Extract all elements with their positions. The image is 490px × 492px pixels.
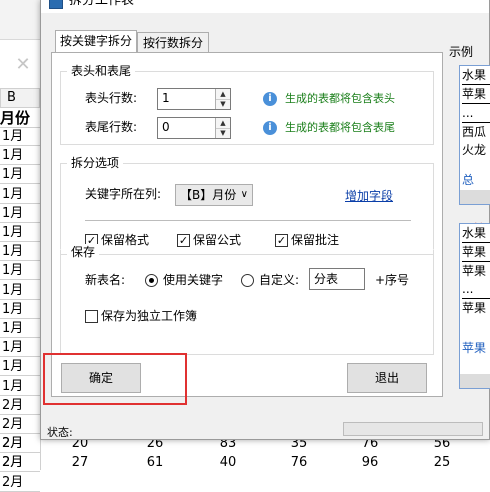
- month-cell[interactable]: 2月: [0, 397, 40, 415]
- example-scrollbar[interactable]: [460, 374, 490, 388]
- dialog-title: 拆分工作表: [69, 0, 135, 8]
- add-field-link[interactable]: 增加字段: [345, 187, 393, 204]
- exit-button[interactable]: 退出: [347, 363, 427, 393]
- status-label: 状态:: [47, 426, 73, 439]
- example-line: ...: [462, 106, 474, 120]
- save-workbook-checkbox[interactable]: [85, 310, 98, 323]
- divider: [85, 220, 411, 221]
- keep-format-label: 保留格式: [101, 233, 150, 247]
- value-cell[interactable]: 25: [422, 454, 462, 472]
- save-group: 保存 新表名: 使用关键字 自定义: 分表 +序号 保存为独立工作簿: [60, 244, 434, 355]
- example-source-table: 水果 苹果 ... 西瓜 火龙 总: [459, 65, 490, 205]
- example-line: 火龙: [462, 143, 487, 157]
- example-scrollbar[interactable]: [460, 190, 490, 204]
- custom-name-input[interactable]: 分表: [309, 268, 365, 290]
- example-line: 苹果: [462, 298, 490, 317]
- month-cell[interactable]: 1月: [0, 358, 40, 377]
- month-cell[interactable]: 1月: [0, 243, 40, 262]
- keyword-column-value: 【B】月份: [180, 188, 237, 202]
- example-line: 水果: [462, 66, 490, 85]
- tab-panel: 表头和表尾 表头行数: 1 ▲ ▼ i 生成的表都将包含表头 表尾行数: 0 ▲…: [51, 52, 443, 397]
- header-rows-value[interactable]: 1: [162, 91, 170, 105]
- month-cell[interactable]: 1月: [0, 262, 40, 281]
- table-row[interactable]: 2月 27 61 40 76 96 25: [0, 454, 490, 472]
- value-cell[interactable]: 96: [350, 454, 390, 472]
- suffix-label: +序号: [375, 273, 410, 287]
- footer-note: 生成的表都将包含表尾: [285, 121, 395, 134]
- info-icon: i: [263, 92, 277, 106]
- month-cell[interactable]: 2月: [0, 454, 42, 472]
- formula-cancel-icon[interactable]: ✕: [10, 52, 36, 78]
- keep-comment-checkbox[interactable]: ✓: [275, 234, 288, 247]
- new-sheet-name-label: 新表名:: [85, 273, 126, 287]
- keep-formula-checkbox[interactable]: ✓: [177, 234, 190, 247]
- footer-rows-value[interactable]: 0: [162, 120, 170, 134]
- month-cell[interactable]: 2月: [0, 474, 40, 492]
- month-cell[interactable]: 2月: [0, 435, 42, 453]
- month-cell[interactable]: 1月: [0, 128, 40, 146]
- tab-split-by-rows[interactable]: 按行数拆分: [137, 32, 209, 54]
- tab-split-by-keyword[interactable]: 按关键字拆分: [55, 30, 137, 53]
- header-rows-stepper[interactable]: 1 ▲ ▼: [157, 88, 231, 110]
- footer-rows-label: 表尾行数:: [85, 120, 138, 134]
- month-cell[interactable]: 1月: [0, 301, 40, 319]
- info-icon: i: [263, 121, 277, 135]
- custom-name-radio[interactable]: [241, 274, 254, 287]
- footer-rows-stepper[interactable]: 0 ▲ ▼: [157, 117, 231, 139]
- example-footer: 总: [462, 173, 475, 187]
- month-cell[interactable]: 1月: [0, 320, 40, 338]
- app-icon: [49, 0, 63, 9]
- spin-down-icon[interactable]: ▼: [216, 99, 230, 109]
- progress-bar: [343, 422, 483, 436]
- example-line: 苹果: [462, 85, 490, 104]
- example-line: 水果: [462, 224, 490, 243]
- example-label: 示例: [449, 45, 474, 59]
- value-cell[interactable]: 61: [135, 454, 175, 472]
- keyword-column-label: 关键字所在列:: [85, 187, 162, 201]
- example-footer: 苹果: [462, 341, 487, 355]
- example-line: 苹果: [462, 243, 490, 262]
- column-header-b[interactable]: B: [0, 88, 40, 108]
- use-keyword-radio[interactable]: [145, 274, 158, 287]
- header-footer-group: 表头和表尾 表头行数: 1 ▲ ▼ i 生成的表都将包含表头 表尾行数: 0 ▲…: [60, 63, 434, 145]
- use-keyword-label: 使用关键字: [163, 273, 224, 287]
- chevron-down-icon: ∨: [240, 189, 248, 200]
- month-cell[interactable]: 1月: [0, 378, 40, 396]
- value-cell[interactable]: 40: [208, 454, 248, 472]
- month-cell[interactable]: 1月: [0, 339, 40, 358]
- month-cell[interactable]: 1月: [0, 147, 40, 166]
- month-cell[interactable]: 1月: [0, 282, 40, 300]
- header-footer-group-title: 表头和表尾: [67, 63, 136, 79]
- keyword-column-select[interactable]: 【B】月份 ∨: [175, 184, 253, 206]
- split-options-group-title: 拆分选项: [67, 155, 124, 171]
- month-header-cell[interactable]: 月份: [0, 108, 40, 128]
- example-line: ...: [462, 282, 474, 296]
- value-cell[interactable]: 27: [60, 454, 100, 472]
- month-cell[interactable]: 1月: [0, 205, 40, 223]
- save-group-title: 保存: [67, 244, 100, 260]
- ok-button[interactable]: 确定: [61, 363, 141, 393]
- example-line: 苹果: [462, 264, 487, 278]
- keep-formula-label: 保留公式: [193, 233, 242, 247]
- save-workbook-label: 保存为独立工作簿: [101, 309, 198, 323]
- split-worksheet-dialog: 拆分工作表 按关键字拆分 按行数拆分 表头和表尾 表头行数: 1 ▲ ▼ i 生…: [40, 0, 490, 440]
- example-result-table: 水果 苹果 苹果 ... 苹果 苹果: [459, 223, 490, 389]
- month-cell[interactable]: 1月: [0, 186, 40, 204]
- example-line: 西瓜: [462, 122, 490, 141]
- spin-down-icon[interactable]: ▼: [216, 128, 230, 138]
- keep-comment-label: 保留批注: [291, 233, 340, 247]
- custom-name-label: 自定义:: [259, 273, 300, 287]
- value-cell[interactable]: 76: [279, 454, 319, 472]
- month-cell[interactable]: 1月: [0, 224, 40, 242]
- month-cell[interactable]: 1月: [0, 166, 40, 185]
- header-note: 生成的表都将包含表头: [285, 92, 395, 105]
- header-rows-label: 表头行数:: [85, 91, 138, 105]
- split-options-group: 拆分选项 关键字所在列: 【B】月份 ∨ 增加字段 ✓ 保留格式 ✓ 保留公式 …: [60, 155, 434, 255]
- month-cell[interactable]: 2月: [0, 416, 40, 434]
